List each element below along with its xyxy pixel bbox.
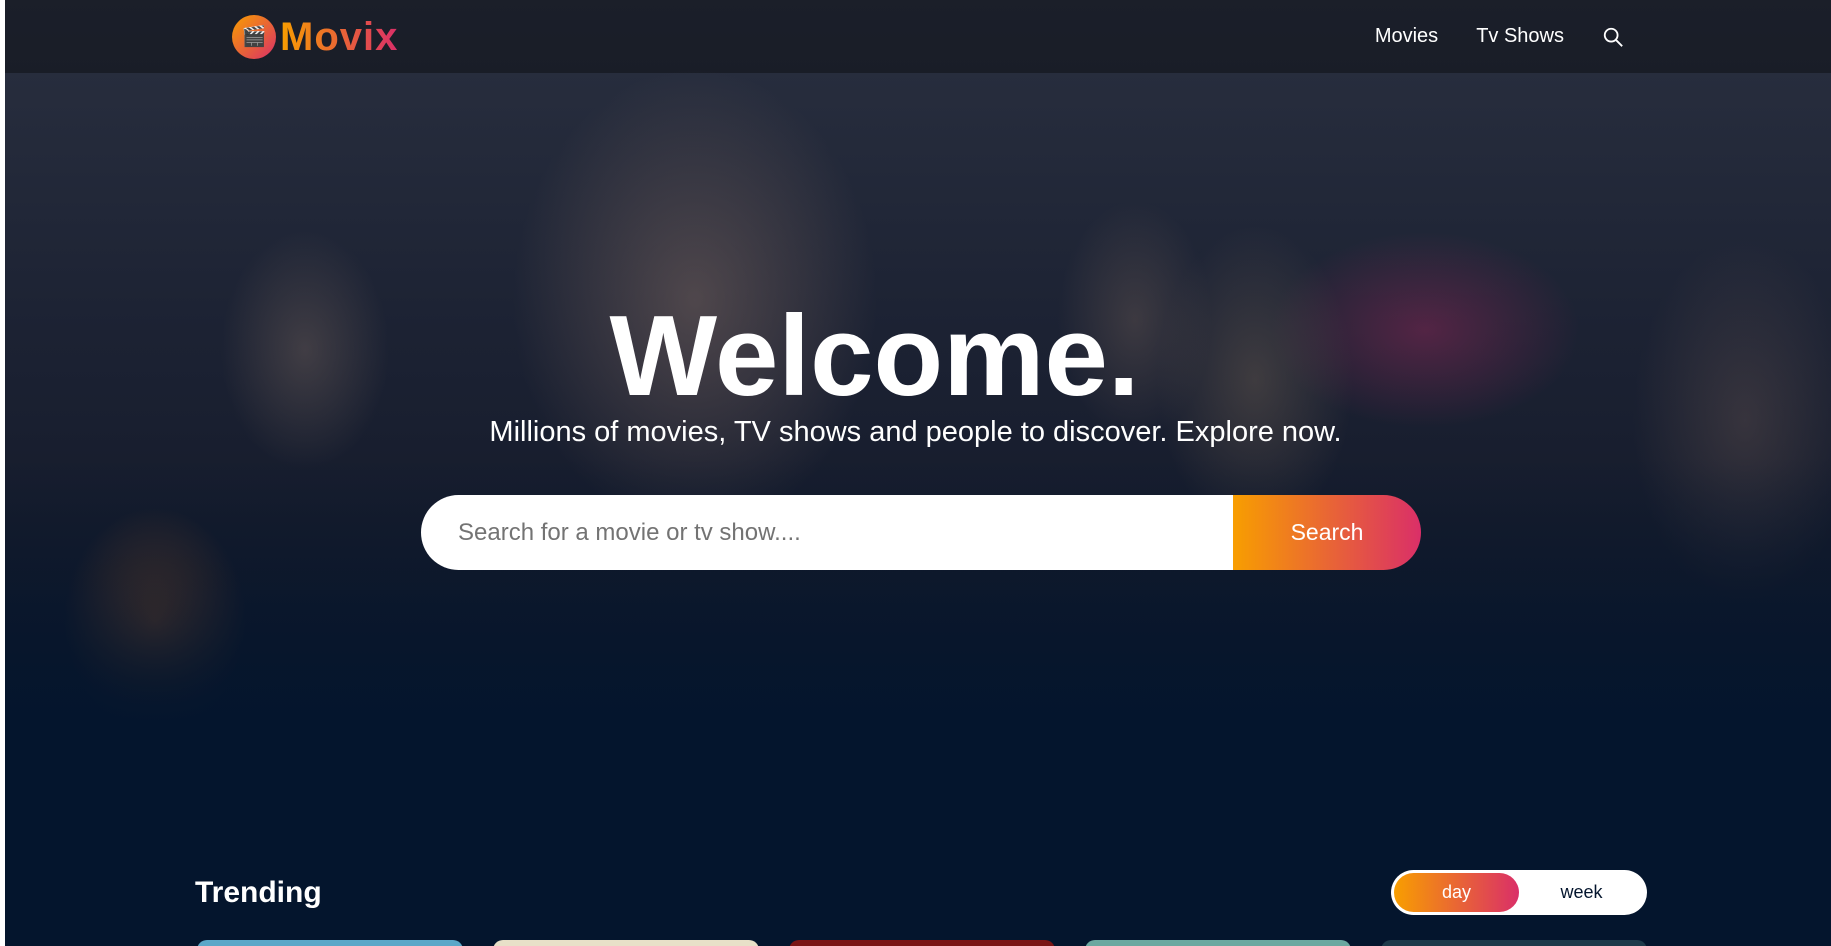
- search-icon[interactable]: [1602, 26, 1624, 48]
- tab-week[interactable]: week: [1519, 873, 1644, 912]
- movie-card[interactable]: [493, 940, 759, 946]
- logo[interactable]: 🎬 Movix: [232, 15, 398, 59]
- hero-title: Welcome.: [609, 293, 1140, 420]
- clapperboard-icon: 🎬: [232, 15, 276, 59]
- nav-movies[interactable]: Movies: [1375, 25, 1438, 48]
- movie-card[interactable]: [1085, 940, 1351, 946]
- time-window-switch: day week: [1391, 870, 1647, 915]
- movie-card[interactable]: [789, 940, 1055, 946]
- tab-day[interactable]: day: [1394, 873, 1519, 912]
- logo-text: Movix: [280, 14, 399, 59]
- hero-content: Welcome. Millions of movies, TV shows an…: [0, 300, 1831, 449]
- window-edge: [0, 0, 5, 946]
- hero-search-bar: Search: [421, 495, 1421, 570]
- trending-title: Trending: [195, 876, 322, 909]
- site-header: 🎬 Movix Movies Tv Shows: [5, 0, 1831, 73]
- search-button[interactable]: Search: [1233, 495, 1421, 570]
- nav-tv-shows[interactable]: Tv Shows: [1476, 25, 1564, 48]
- page: 🎬 Movix Movies Tv Shows Welcome. Million…: [0, 0, 1831, 946]
- movie-card[interactable]: [197, 940, 463, 946]
- search-input[interactable]: [421, 495, 1233, 570]
- hero-subtitle: Millions of movies, TV shows and people …: [489, 416, 1342, 448]
- trending-carousel: [0, 940, 1831, 946]
- main-nav: Movies Tv Shows: [1337, 0, 1624, 73]
- movie-card[interactable]: [1381, 940, 1647, 946]
